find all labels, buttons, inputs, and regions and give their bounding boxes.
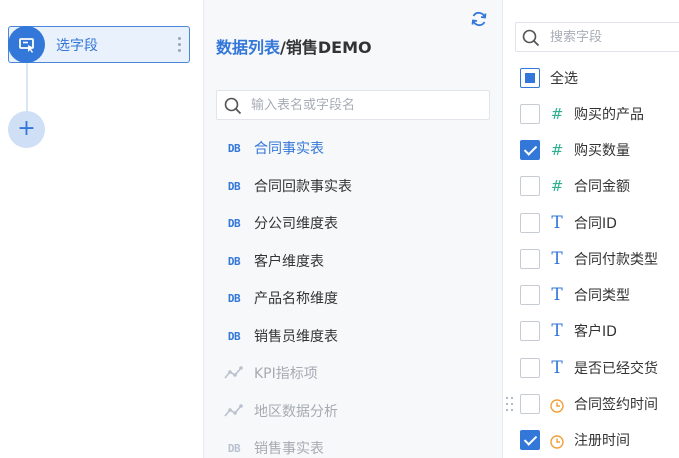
database-icon: DB [227,441,241,455]
field-label: 注册时间 [574,433,630,449]
breadcrumb-current: 销售DEMO [285,38,372,57]
clock-icon [550,396,564,413]
field-search-field[interactable] [515,22,679,52]
table-item-6[interactable]: KPI指标项 [224,362,318,384]
select-fields-icon[interactable] [8,26,45,63]
analysis-icon [224,404,244,418]
table-item-label: 地区数据分析 [254,404,338,420]
table-item-3[interactable]: DB 客户维度表 [224,250,324,272]
table-item-label: 销售员维度表 [254,329,338,345]
text-type-icon: T [551,213,563,233]
search-icon [224,97,242,115]
field-checkbox[interactable] [520,430,540,450]
table-item-label: 产品名称维度 [254,291,338,307]
field-checkbox[interactable] [520,321,540,341]
table-search-field[interactable] [216,90,490,120]
field-row[interactable]: T 合同类型 [520,284,679,306]
field-label: 合同ID [574,216,617,232]
field-row[interactable]: T 客户ID [520,320,679,342]
field-label: 合同签约时间 [574,397,658,413]
field-row[interactable]: # 购买的产品 [520,103,679,125]
database-icon: DB [227,216,241,230]
text-type-icon: T [551,358,563,378]
field-row[interactable]: T 合同ID [520,212,679,234]
table-item-label: 合同回款事实表 [254,179,352,195]
table-item-0[interactable]: DB 合同事实表 [224,137,324,159]
table-search-input[interactable] [251,95,481,115]
field-checkbox[interactable] [520,176,540,196]
table-item-4[interactable]: DB 产品名称维度 [224,287,338,309]
text-type-icon: T [551,285,563,305]
database-icon: DB [227,141,241,155]
field-label: 合同金额 [574,179,630,195]
table-item-5[interactable]: DB 销售员维度表 [224,325,338,347]
table-item-label: 合同事实表 [254,141,324,157]
breadcrumb-root[interactable]: 数据列表 [216,38,280,57]
field-checkbox[interactable] [520,394,540,414]
field-checkbox[interactable] [520,140,540,160]
database-icon: DB [227,291,241,305]
refresh-icon[interactable] [470,10,488,28]
field-list-panel: 全选 # 购买的产品 # 购买数量 # 合同金额 T 合同ID T 合同付款类型… [504,0,679,458]
step-panel: 选字段 + [0,0,203,458]
field-checkbox[interactable] [520,285,540,305]
field-checkbox[interactable] [520,358,540,378]
drag-handle-icon[interactable] [506,397,514,413]
field-label: 合同类型 [574,288,630,304]
more-options-icon[interactable] [174,33,184,55]
table-item-label: 客户维度表 [254,254,324,270]
table-item-2[interactable]: DB 分公司维度表 [224,212,338,234]
field-row[interactable]: T 是否已经交货 [520,357,679,379]
step-connector [26,60,28,118]
field-label: 客户ID [574,324,617,340]
text-type-icon: T [551,321,563,341]
database-icon: DB [227,329,241,343]
field-search-input[interactable] [550,27,679,47]
field-label: 购买数量 [574,143,630,159]
table-item-7[interactable]: 地区数据分析 [224,400,338,422]
select-all-row[interactable]: 全选 [520,67,679,89]
field-label: 是否已经交货 [574,361,658,377]
analysis-icon [224,366,244,380]
number-type-icon: # [550,177,564,195]
table-item-8[interactable]: DB 销售事实表 [224,437,324,458]
field-row[interactable]: 合同签约时间 [520,393,679,415]
step-label: 选字段 [56,38,98,54]
text-type-icon: T [551,249,563,269]
select-all-label: 全选 [550,71,578,87]
select-all-checkbox[interactable] [520,68,540,88]
field-checkbox[interactable] [520,249,540,269]
field-label: 合同付款类型 [574,252,658,268]
table-item-1[interactable]: DB 合同回款事实表 [224,175,352,197]
table-item-label: KPI指标项 [254,366,318,382]
table-list-panel: 数据列表/销售DEMO DB 合同事实表 DB 合同回款事实表 DB 分公司维度… [203,0,503,458]
add-step-button[interactable]: + [8,111,45,148]
number-type-icon: # [550,141,564,159]
number-type-icon: # [550,105,564,123]
field-checkbox[interactable] [520,104,540,124]
field-row[interactable]: # 合同金额 [520,175,679,197]
field-checkbox[interactable] [520,213,540,233]
field-label: 购买的产品 [574,107,644,123]
table-item-label: 分公司维度表 [254,216,338,232]
clock-icon [550,432,564,449]
table-item-label: 销售事实表 [254,441,324,457]
field-row[interactable]: T 合同付款类型 [520,248,679,270]
field-row[interactable]: # 购买数量 [520,139,679,161]
breadcrumb: 数据列表/销售DEMO [216,34,372,58]
search-icon [522,29,540,47]
field-row[interactable]: 注册时间 [520,429,679,451]
database-icon: DB [227,254,241,268]
database-icon: DB [227,179,241,193]
